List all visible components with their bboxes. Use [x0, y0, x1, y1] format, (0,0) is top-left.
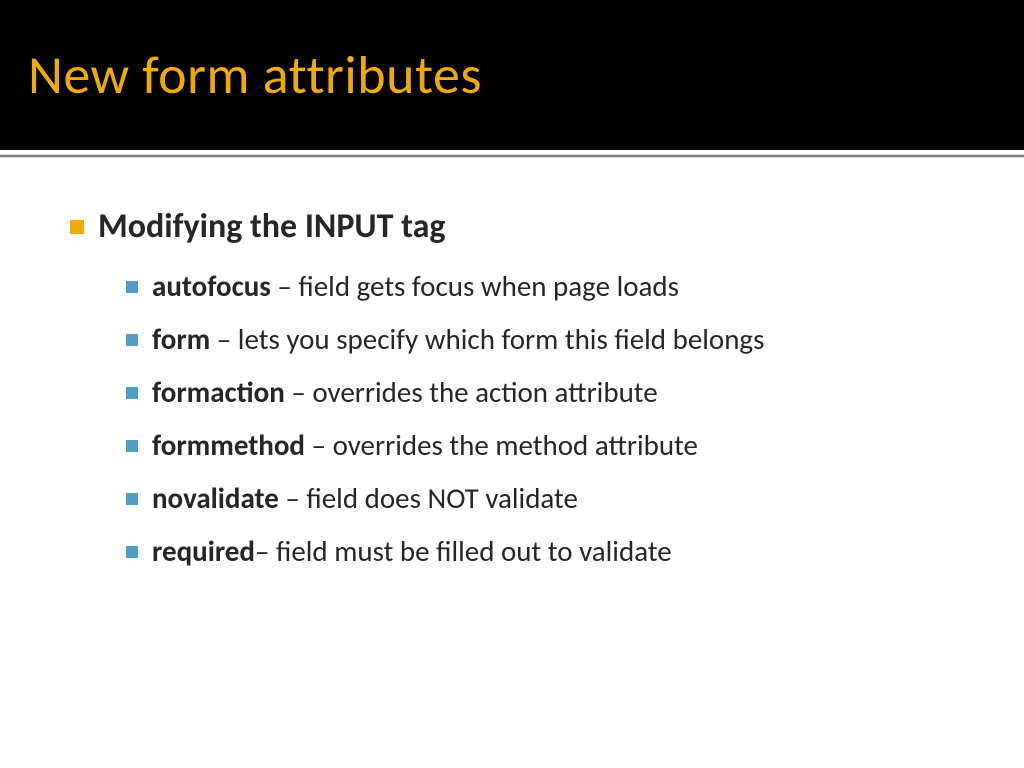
- separator: –: [305, 427, 333, 463]
- separator: –: [279, 480, 307, 516]
- title-bar: New form attributes: [0, 0, 1024, 150]
- list-item: formmethod – overrides the method attrib…: [126, 426, 954, 465]
- term: formmethod: [152, 427, 305, 463]
- separator: –: [210, 321, 238, 357]
- list-item: autofocus – field gets focus when page l…: [126, 267, 954, 306]
- slide-title: New form attributes: [0, 42, 482, 108]
- separator: –: [255, 533, 276, 569]
- list-item: required– field must be filled out to va…: [126, 532, 954, 571]
- list-text: autofocus – field gets focus when page l…: [152, 267, 679, 306]
- list-text: formmethod – overrides the method attrib…: [152, 426, 698, 465]
- description: lets you specify which form this field b…: [238, 321, 765, 357]
- term: formaction: [152, 374, 285, 410]
- square-bullet-icon: [126, 493, 138, 505]
- list-item: formaction – overrides the action attrib…: [126, 373, 954, 412]
- list-text: form – lets you specify which form this …: [152, 320, 764, 359]
- term: novalidate: [152, 480, 279, 516]
- list-item: form – lets you specify which form this …: [126, 320, 954, 359]
- slide-body: Modifying the INPUT tag autofocus – fiel…: [0, 158, 1024, 571]
- square-bullet-icon: [126, 281, 138, 293]
- list-text: formaction – overrides the action attrib…: [152, 373, 658, 412]
- term: form: [152, 321, 210, 357]
- term: autofocus: [152, 268, 271, 304]
- description: field must be filled out to validate: [276, 533, 672, 569]
- square-bullet-icon: [126, 546, 138, 558]
- description: overrides the action attribute: [312, 374, 657, 410]
- separator: –: [271, 268, 299, 304]
- separator: –: [285, 374, 313, 410]
- slide: New form attributes Modifying the INPUT …: [0, 0, 1024, 768]
- list-heading: Modifying the INPUT tag: [98, 206, 446, 249]
- square-bullet-icon: [126, 387, 138, 399]
- description: overrides the method attribute: [333, 427, 698, 463]
- list-item: Modifying the INPUT tag: [70, 206, 954, 249]
- square-bullet-icon: [126, 334, 138, 346]
- description: field gets focus when page loads: [298, 268, 679, 304]
- square-bullet-icon: [126, 440, 138, 452]
- list-text: required– field must be filled out to va…: [152, 532, 672, 571]
- square-bullet-icon: [70, 220, 84, 234]
- list-text: novalidate – field does NOT validate: [152, 479, 578, 518]
- description: field does NOT validate: [306, 480, 577, 516]
- term: required: [152, 533, 255, 569]
- list-item: novalidate – field does NOT validate: [126, 479, 954, 518]
- sub-list: autofocus – field gets focus when page l…: [70, 267, 954, 572]
